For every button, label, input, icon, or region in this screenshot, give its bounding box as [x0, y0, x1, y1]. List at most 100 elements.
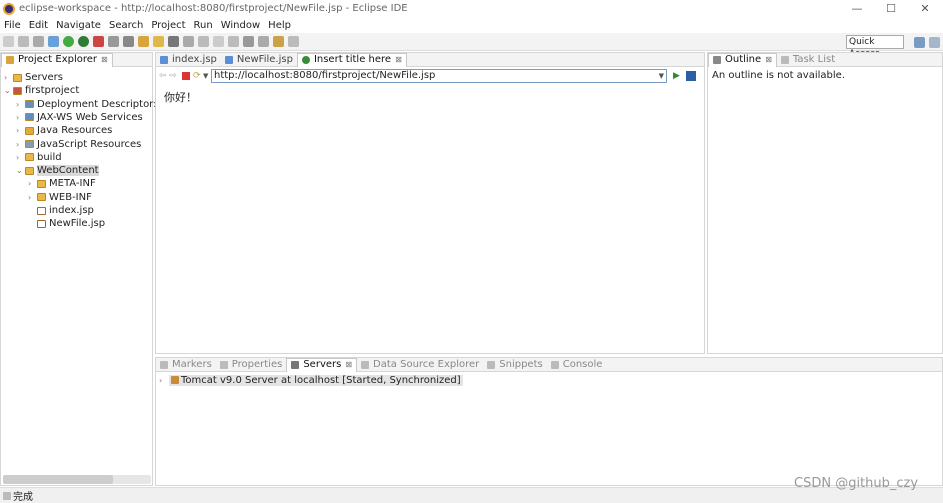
tree-item[interactable]: NewFile.jsp: [28, 217, 105, 230]
chevron-right-icon[interactable]: ›: [159, 376, 169, 385]
run-config-icon[interactable]: [78, 36, 89, 47]
server-entry[interactable]: Tomcat v9.0 Server at localhost [Started…: [169, 374, 463, 386]
external-tools-icon[interactable]: [93, 36, 104, 47]
close-icon[interactable]: ⊠: [101, 53, 108, 67]
scrollbar-thumb[interactable]: [3, 475, 113, 484]
close-icon[interactable]: ⊠: [765, 53, 772, 67]
url-field[interactable]: http://localhost:8080/firstproject/NewFi…: [211, 69, 667, 83]
tab-project-explorer[interactable]: Project Explorer ⊠: [1, 52, 113, 67]
go-icon[interactable]: ▶: [673, 71, 680, 81]
tree-item[interactable]: › WEB-INF: [28, 191, 92, 204]
data-source-icon: [361, 360, 370, 369]
servers-pane: Markers Properties Servers ⊠ Data Source …: [155, 357, 943, 486]
forward-icon[interactable]: [288, 36, 299, 47]
tree-item[interactable]: › build: [16, 151, 62, 164]
menu-bar: File Edit Navigate Search Project Run Wi…: [0, 17, 943, 33]
tab-outline[interactable]: Outline ⊠: [708, 52, 777, 67]
chevron-down-icon[interactable]: ⌄: [4, 86, 13, 95]
chevron-right-icon[interactable]: ›: [16, 100, 25, 109]
new-server-icon[interactable]: [108, 36, 119, 47]
menu-search[interactable]: Search: [109, 20, 143, 31]
open-external-browser-icon[interactable]: [685, 71, 696, 81]
menu-help[interactable]: Help: [268, 20, 291, 31]
run-icon[interactable]: [63, 36, 74, 47]
chevron-right-icon[interactable]: ›: [28, 179, 37, 188]
chevron-right-icon[interactable]: ›: [4, 73, 13, 82]
open-perspective-icon[interactable]: [914, 37, 925, 48]
tree-item[interactable]: › META-INF: [28, 177, 96, 190]
tree-item[interactable]: › JAX-WS Web Services: [16, 111, 143, 124]
open-type-icon[interactable]: [138, 36, 149, 47]
tab-data-source-explorer[interactable]: Data Source Explorer: [357, 358, 483, 372]
tab-insert-title-here[interactable]: Insert title here ⊠: [296, 52, 407, 67]
next-annotation-icon[interactable]: [243, 36, 254, 47]
menu-file[interactable]: File: [4, 20, 21, 31]
main-toolbar: [0, 33, 943, 51]
new-java-project-icon[interactable]: [123, 36, 134, 47]
refresh-icon[interactable]: ⟳: [193, 71, 203, 81]
outline-icon: [713, 56, 721, 64]
quick-access-field[interactable]: Quick Access: [846, 35, 904, 59]
browser-toolbar: ⇦ ⇨ ⟳ ▼ http://localhost:8080/firstproje…: [156, 67, 704, 85]
java-ee-perspective-icon[interactable]: [929, 37, 940, 48]
save-icon[interactable]: [18, 36, 29, 47]
tree-item[interactable]: › JavaScript Resources: [16, 138, 141, 151]
search-icon[interactable]: [168, 36, 179, 47]
chevron-down-icon[interactable]: ⌄: [16, 166, 25, 175]
tree-item-label: firstproject: [25, 85, 80, 97]
url-dropdown-icon[interactable]: ▼: [659, 70, 664, 82]
debug-icon[interactable]: [48, 36, 59, 47]
annotation-icon[interactable]: [183, 36, 194, 47]
back-icon[interactable]: ⇦: [159, 71, 169, 81]
tree-item-label: build: [37, 151, 62, 163]
tree-item[interactable]: ⌄ WebContent: [16, 164, 99, 177]
server-row[interactable]: › Tomcat v9.0 Server at localhost [Start…: [156, 372, 942, 388]
java-icon: [25, 126, 34, 135]
chevron-right-icon[interactable]: ›: [16, 126, 25, 135]
outline-tabbar: Outline ⊠ Task List: [708, 52, 942, 67]
tree-item[interactable]: › Servers: [4, 71, 63, 84]
back-icon[interactable]: [273, 36, 284, 47]
menu-project[interactable]: Project: [151, 20, 185, 31]
webservice-icon: [25, 113, 34, 122]
tab-markers[interactable]: Markers: [156, 358, 216, 372]
tree-item[interactable]: › Deployment Descriptor: fir: [16, 98, 170, 111]
task-list-icon: [780, 55, 789, 64]
horizontal-scrollbar[interactable]: [3, 475, 151, 484]
new-icon[interactable]: [3, 36, 14, 47]
menu-run[interactable]: Run: [194, 20, 213, 31]
tree-item-label: JavaScript Resources: [37, 138, 142, 150]
menu-edit[interactable]: Edit: [29, 20, 48, 31]
pin-icon[interactable]: [198, 36, 209, 47]
format-icon[interactable]: [213, 36, 224, 47]
menu-window[interactable]: Window: [221, 20, 260, 31]
save-all-icon[interactable]: [33, 36, 44, 47]
tab-properties[interactable]: Properties: [216, 358, 287, 372]
close-icon[interactable]: ⊠: [345, 358, 352, 372]
stop-icon[interactable]: [182, 72, 190, 80]
tab-console[interactable]: Console: [547, 358, 607, 372]
tab-servers[interactable]: Servers ⊠: [286, 357, 358, 372]
chevron-right-icon[interactable]: ›: [16, 113, 25, 122]
toggle-icon[interactable]: [228, 36, 239, 47]
chevron-right-icon[interactable]: ›: [16, 153, 25, 162]
close-button[interactable]: ✕: [908, 0, 942, 17]
open-folder-icon[interactable]: [153, 36, 164, 47]
close-icon[interactable]: ⊠: [395, 53, 402, 67]
tab-snippets[interactable]: Snippets: [483, 358, 546, 372]
tree-item-label: Deployment Descriptor: fir: [37, 98, 171, 110]
chevron-down-icon[interactable]: ▼: [203, 72, 211, 80]
chevron-right-icon[interactable]: ›: [16, 140, 25, 149]
prev-annotation-icon[interactable]: [258, 36, 269, 47]
chevron-right-icon[interactable]: ›: [28, 193, 37, 202]
tree-item[interactable]: › Java Resources: [16, 124, 112, 137]
maximize-button[interactable]: ☐: [874, 0, 908, 17]
tab-index-jsp[interactable]: index.jsp: [156, 53, 221, 67]
tab-task-list[interactable]: Task List: [777, 53, 839, 67]
tree-item[interactable]: ⌄ firstproject: [4, 84, 79, 97]
menu-navigate[interactable]: Navigate: [56, 20, 101, 31]
tab-newfile-jsp[interactable]: NewFile.jsp: [221, 53, 297, 67]
forward-icon[interactable]: ⇨: [169, 71, 179, 81]
tree-item[interactable]: index.jsp: [28, 204, 94, 217]
minimize-button[interactable]: —: [840, 0, 874, 17]
